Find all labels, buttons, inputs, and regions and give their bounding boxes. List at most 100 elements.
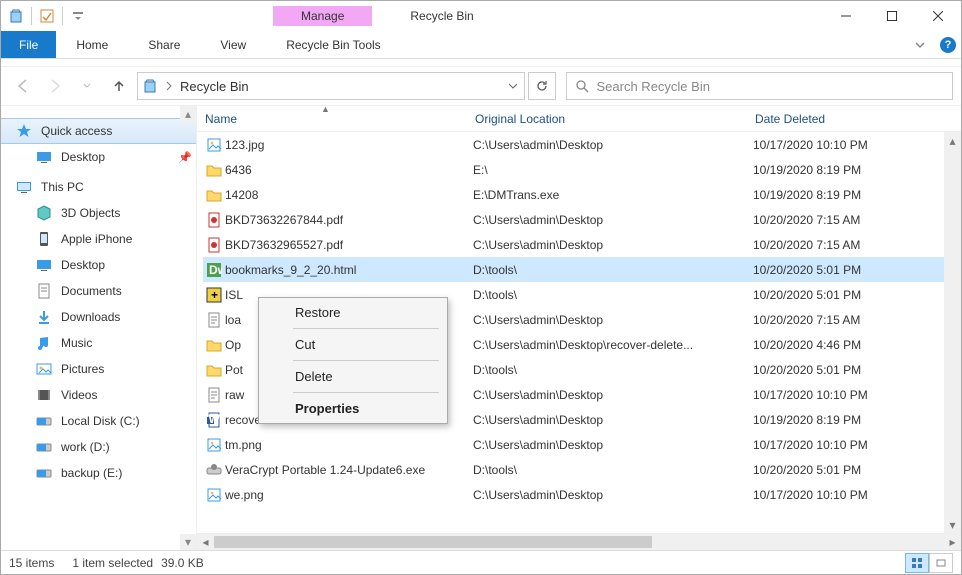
up-button[interactable] [105,72,133,100]
recent-dropdown-icon[interactable] [73,72,101,100]
file-row[interactable]: 123.jpgC:\Users\admin\Desktop10/17/2020 … [203,132,944,157]
file-icon [203,337,225,353]
svg-text:Dw: Dw [209,263,222,277]
file-original-location: C:\Users\admin\Desktop [473,488,753,502]
svg-text:W: W [209,412,221,426]
sidebar-item-label: This PC [41,180,84,194]
sidebar-item-documents[interactable]: Documents [1,278,196,304]
file-row[interactable]: Dwbookmarks_9_2_20.htmlD:\tools\10/20/20… [203,257,944,282]
phone-icon [35,230,53,248]
sidebar-item-apple-iphone[interactable]: Apple iPhone [1,226,196,252]
file-row[interactable]: BKD73632267844.pdfC:\Users\admin\Desktop… [203,207,944,232]
sidebar-this-pc[interactable]: This PC [1,174,196,200]
file-date-deleted: 10/20/2020 7:15 AM [753,238,944,252]
file-row[interactable]: 14208E:\DMTrans.exe10/19/2020 8:19 PM [203,182,944,207]
file-original-location: C:\Users\admin\Desktop\recover-delete... [473,338,753,352]
file-row[interactable]: we.pngC:\Users\admin\Desktop10/17/2020 1… [203,482,944,507]
back-button[interactable] [9,72,37,100]
scroll-up-icon[interactable]: ▴ [944,132,961,149]
column-date-deleted[interactable]: Date Deleted [755,112,961,126]
context-menu-item-cut[interactable]: Cut [259,330,447,359]
search-box[interactable] [566,72,954,100]
file-original-location: D:\tools\ [473,288,753,302]
file-row[interactable]: tm.pngC:\Users\admin\Desktop10/17/2020 1… [203,432,944,457]
tab-recycle-bin-tools[interactable]: Recycle Bin Tools [266,31,401,58]
close-button[interactable] [915,1,961,31]
file-date-deleted: 10/19/2020 8:19 PM [753,188,944,202]
qat-dropdown-icon[interactable] [67,5,89,27]
pin-icon: 📌 [178,151,192,164]
context-menu-item-restore[interactable]: Restore [259,298,447,327]
sidebar-item-local-disk-c-[interactable]: Local Disk (C:) [1,408,196,434]
file-icon [203,487,225,503]
scroll-down-icon[interactable]: ▾ [180,534,196,550]
expand-ribbon-icon[interactable] [905,31,935,58]
file-row[interactable]: 6436E:\10/19/2020 8:19 PM [203,157,944,182]
separator [293,360,439,361]
separator [293,392,439,393]
sidebar-item-work-d-[interactable]: work (D:) [1,434,196,460]
download-icon [35,308,53,326]
sidebar-quick-access[interactable]: Quick access [1,118,196,144]
tab-view[interactable]: View [200,31,266,58]
sidebar-item-music[interactable]: Music [1,330,196,356]
tab-share[interactable]: Share [128,31,200,58]
file-tab[interactable]: File [1,31,56,58]
file-original-location: C:\Users\admin\Desktop [473,388,753,402]
window-controls [823,1,961,31]
cube-icon [35,204,53,222]
scroll-left-icon[interactable]: ◂ [197,534,214,550]
sidebar-item-label: 3D Objects [61,206,120,220]
minimize-button[interactable] [823,1,869,31]
search-input[interactable] [597,79,953,94]
recycle-bin-icon[interactable] [5,5,27,27]
maximize-button[interactable] [869,1,915,31]
column-name[interactable]: Name [205,112,475,126]
column-original-location[interactable]: Original Location [475,112,755,126]
horizontal-scrollbar[interactable]: ◂ ▸ [197,533,961,550]
scroll-right-icon[interactable]: ▸ [944,534,961,550]
forward-button[interactable] [41,72,69,100]
sidebar-item-desktop-qa[interactable]: Desktop 📌 [1,144,196,170]
help-button[interactable]: ? [935,31,961,58]
properties-icon[interactable] [36,5,58,27]
sidebar-item-pictures[interactable]: Pictures [1,356,196,382]
chevron-right-icon[interactable] [162,81,176,91]
file-icon [203,162,225,178]
sidebar-item-backup-e-[interactable]: backup (E:) [1,460,196,486]
video-icon [35,386,53,404]
navigation-pane[interactable]: ▴ Quick access Desktop 📌 This PC 3D Obje… [1,106,197,550]
sidebar-item-3d-objects[interactable]: 3D Objects [1,200,196,226]
tab-home[interactable]: Home [56,31,128,58]
address-text[interactable]: Recycle Bin [176,79,502,94]
scroll-down-icon[interactable]: ▾ [944,516,961,533]
column-headers: ▲ Name Original Location Date Deleted [197,106,961,132]
refresh-button[interactable] [528,72,556,100]
sidebar-item-desktop[interactable]: Desktop [1,252,196,278]
scroll-up-icon[interactable]: ▴ [180,106,196,122]
sidebar-item-videos[interactable]: Videos [1,382,196,408]
file-icon [203,387,225,403]
file-date-deleted: 10/17/2020 10:10 PM [753,138,944,152]
context-menu-item-properties[interactable]: Properties [259,394,447,423]
file-original-location: C:\Users\admin\Desktop [473,213,753,227]
file-original-location: C:\Users\admin\Desktop [473,438,753,452]
file-row[interactable]: VeraCrypt Portable 1.24-Update6.exeD:\to… [203,457,944,482]
sidebar-item-downloads[interactable]: Downloads [1,304,196,330]
quick-access-toolbar [1,1,93,31]
file-row[interactable]: BKD73632965527.pdfC:\Users\admin\Desktop… [203,232,944,257]
contextual-tab-group: Manage [253,1,392,31]
address-dropdown-icon[interactable] [502,81,524,91]
sidebar-item-label: Local Disk (C:) [61,414,140,428]
address-bar[interactable]: Recycle Bin [137,72,525,100]
context-menu-item-delete[interactable]: Delete [259,362,447,391]
file-name: VeraCrypt Portable 1.24-Update6.exe [225,463,473,477]
file-date-deleted: 10/20/2020 5:01 PM [753,288,944,302]
vertical-scrollbar[interactable]: ▴ ▾ [944,132,961,533]
file-original-location: C:\Users\admin\Desktop [473,313,753,327]
large-icons-view-button[interactable] [929,553,953,573]
sidebar-item-label: Desktop [61,150,105,164]
selection-count: 1 item selected [72,556,153,570]
details-view-button[interactable] [905,553,929,573]
disk-icon [35,464,53,482]
